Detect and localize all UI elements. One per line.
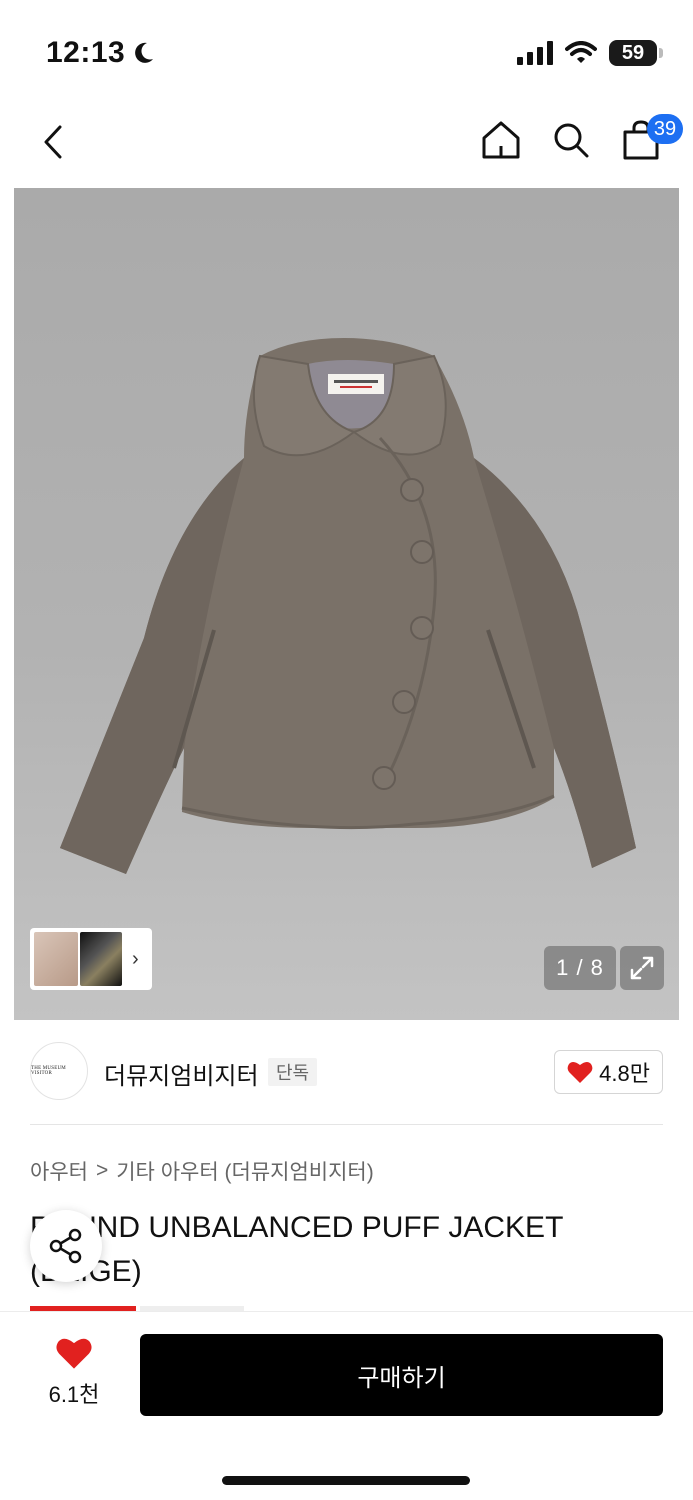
share-button[interactable]: [30, 1210, 102, 1282]
brand-name[interactable]: 더뮤지엄비지터: [104, 1056, 259, 1091]
brand-logo[interactable]: THE MUSEUM VISITOR: [30, 1042, 88, 1100]
home-button[interactable]: [479, 114, 523, 166]
nav-actions: 39: [479, 114, 683, 166]
cart-button[interactable]: 39: [619, 114, 683, 166]
brand-logo-text: THE MUSEUM VISITOR: [31, 1066, 66, 1076]
wifi-icon: [565, 41, 597, 63]
wish-button[interactable]: 6.1천: [40, 1336, 108, 1409]
battery-indicator: 59: [609, 40, 663, 66]
thumbnail-dark[interactable]: [80, 932, 122, 986]
status-indicators: 59: [517, 40, 663, 66]
image-page-indicator: 1 / 8: [544, 946, 616, 990]
product-image-gallery[interactable]: › 1 / 8: [14, 188, 679, 1020]
buy-button[interactable]: 구매하기: [140, 1334, 663, 1416]
brand-row[interactable]: THE MUSEUM VISITOR 더뮤지엄비지터 단독 4.8만: [30, 1040, 663, 1104]
heart-filled-icon: [56, 1338, 92, 1369]
search-button[interactable]: [549, 114, 593, 166]
home-indicator: [222, 1476, 470, 1485]
product-title: ROUND UNBALANCED PUFF JACKET (BEIGE): [30, 1211, 563, 1288]
home-icon: [482, 121, 520, 159]
nav-bar: 39: [0, 100, 693, 188]
battery-level: 59: [621, 41, 645, 64]
divider: [30, 1124, 663, 1125]
brand-like-button[interactable]: 4.8만: [554, 1050, 663, 1094]
wish-count: 6.1천: [48, 1382, 100, 1407]
chevron-right-icon: ›: [132, 947, 139, 970]
breadcrumb-category[interactable]: 아우터: [30, 1156, 88, 1186]
signal-icon: [517, 41, 553, 65]
chevron-left-icon: [44, 125, 62, 159]
expand-icon: [630, 956, 654, 980]
status-time: 12:13: [46, 36, 155, 70]
brand-like-count: 4.8만: [599, 1061, 650, 1086]
thumbnail-beige[interactable]: [34, 932, 78, 986]
back-button[interactable]: [36, 120, 70, 164]
jacket-image: [60, 338, 636, 874]
breadcrumb: 아우터 > 기타 아우터 (더뮤지엄비지터): [30, 1156, 374, 1186]
cart-count-badge: 39: [647, 114, 683, 144]
bottom-purchase-bar: 6.1천 구매하기: [0, 1311, 693, 1500]
share-icon: [49, 1228, 82, 1264]
breadcrumb-separator: >: [95, 1159, 109, 1182]
status-time-text: 12:13: [46, 36, 126, 69]
heart-icon: [567, 1061, 593, 1083]
moon-icon: [135, 42, 154, 63]
thumbnail-strip[interactable]: ›: [30, 928, 152, 990]
status-bar: 12:13 59: [0, 0, 693, 100]
exclusive-badge: 단독: [268, 1058, 318, 1086]
breadcrumb-subcategory[interactable]: 기타 아우터 (더뮤지엄비지터): [116, 1156, 374, 1186]
expand-button[interactable]: [620, 946, 664, 990]
search-icon: [554, 123, 589, 158]
